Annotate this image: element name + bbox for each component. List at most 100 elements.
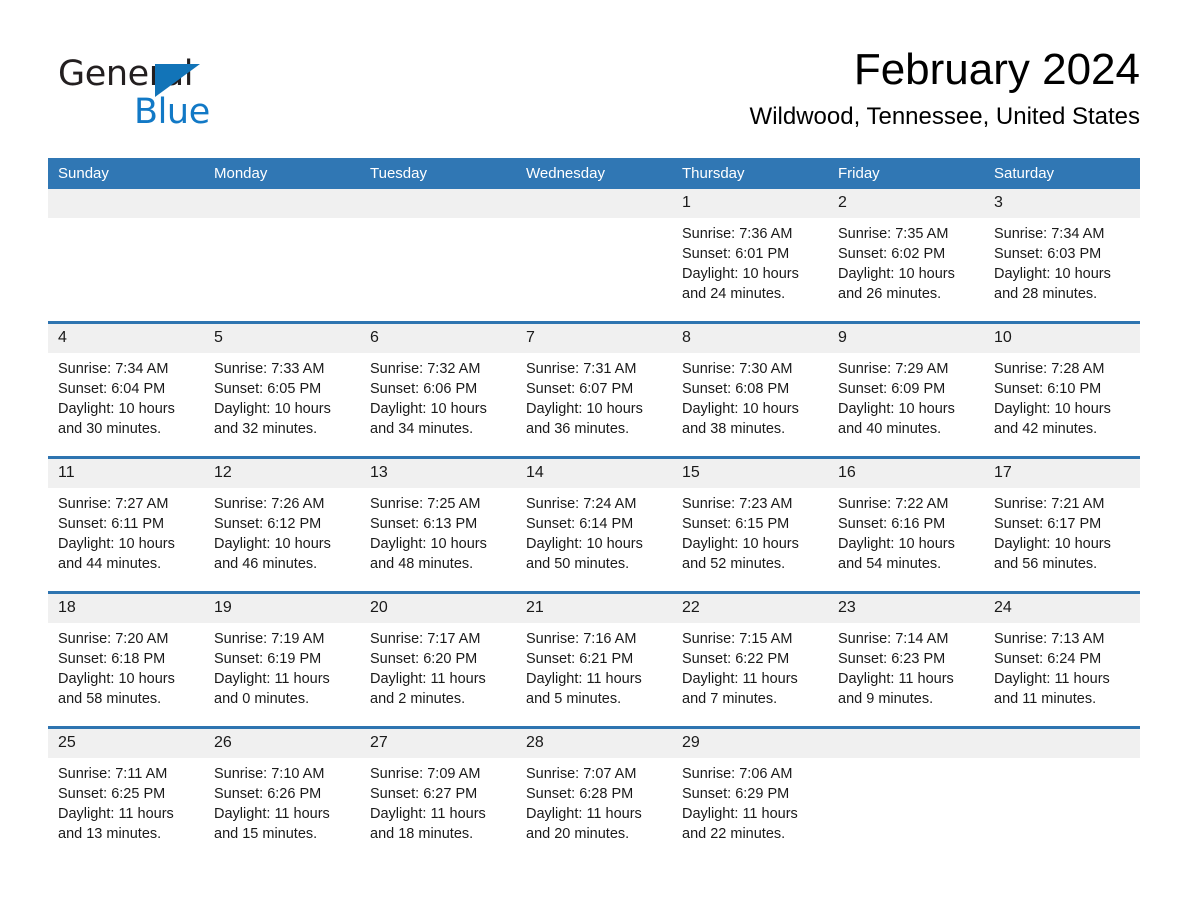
calendar-page: General Blue February 2024 Wildwood, Ten… [0,0,1188,918]
calendar-day[interactable]: 1 Sunrise: 7:36 AM Sunset: 6:01 PM Daylight… [672,189,828,321]
daylight-duration-line2: and 5 minutes. [526,691,622,707]
day-details: Sunrise: 7:33 AM Sunset: 6:05 PM Daylight:… [204,353,360,439]
day-number: 15 [672,459,828,488]
calendar-day[interactable]: 27 Sunrise: 7:09 AM Sunset: 6:27 PM Dayligh… [360,729,516,861]
day-details: Sunrise: 7:26 AM Sunset: 6:12 PM Daylight:… [204,488,360,574]
calendar-day[interactable]: 20 Sunrise: 7:17 AM Sunset: 6:20 PM Dayligh… [360,594,516,726]
calendar-day[interactable]: 21 Sunrise: 7:16 AM Sunset: 6:21 PM Dayligh… [516,594,672,726]
calendar-day[interactable]: 26 Sunrise: 7:10 AM Sunset: 6:26 PM Dayligh… [204,729,360,861]
calendar-day[interactable]: 25 Sunrise: 7:11 AM Sunset: 6:25 PM Dayligh… [48,729,204,861]
calendar-day[interactable]: 14 Sunrise: 7:24 AM Sunset: 6:14 PM Dayligh… [516,459,672,591]
day-details: Sunrise: 7:06 AM Sunset: 6:29 PM Daylight:… [672,758,828,844]
calendar-day[interactable]: 9 Sunrise: 7:29 AM Sunset: 6:09 PM Daylight… [828,324,984,456]
sunset-time: Sunset: 6:18 PM [58,651,166,667]
daylight-duration-line1: Daylight: 10 hours [838,536,955,552]
sunset-time: Sunset: 6:23 PM [838,651,946,667]
calendar-day-cell: 29 Sunrise: 7:06 AM Sunset: 6:29 PM Dayligh… [672,726,828,861]
sunrise-time: Sunrise: 7:07 AM [526,766,637,782]
calendar-body: 1 Sunrise: 7:36 AM Sunset: 6:01 PM Daylight… [48,189,1140,861]
calendar-week-row: 1 Sunrise: 7:36 AM Sunset: 6:01 PM Daylight… [48,189,1140,323]
day-details: Sunrise: 7:32 AM Sunset: 6:06 PM Daylight:… [360,353,516,439]
calendar-day[interactable]: 4 Sunrise: 7:34 AM Sunset: 6:04 PM Daylight… [48,324,204,456]
calendar-day-cell: 28 Sunrise: 7:07 AM Sunset: 6:28 PM Dayligh… [516,726,672,861]
sunrise-time: Sunrise: 7:29 AM [838,361,949,377]
day-number [984,729,1140,758]
daylight-duration-line1: Daylight: 11 hours [994,671,1110,687]
day-details: Sunrise: 7:35 AM Sunset: 6:02 PM Daylight:… [828,218,984,304]
sunset-time: Sunset: 6:05 PM [214,381,322,397]
sunset-time: Sunset: 6:07 PM [526,381,634,397]
sunset-time: Sunset: 6:14 PM [526,516,634,532]
daylight-duration-line1: Daylight: 10 hours [214,536,331,552]
sunset-time: Sunset: 6:02 PM [838,246,946,262]
calendar-day[interactable]: 8 Sunrise: 7:30 AM Sunset: 6:08 PM Daylight… [672,324,828,456]
sunrise-time: Sunrise: 7:25 AM [370,496,481,512]
sunset-time: Sunset: 6:09 PM [838,381,946,397]
day-number: 27 [360,729,516,758]
sunset-time: Sunset: 6:17 PM [994,516,1102,532]
daylight-duration-line2: and 28 minutes. [994,286,1098,302]
daylight-duration-line2: and 32 minutes. [214,421,318,437]
calendar-day-cell: 27 Sunrise: 7:09 AM Sunset: 6:27 PM Dayligh… [360,726,516,861]
calendar-day[interactable]: 28 Sunrise: 7:07 AM Sunset: 6:28 PM Dayligh… [516,729,672,861]
calendar-day[interactable]: 6 Sunrise: 7:32 AM Sunset: 6:06 PM Daylight… [360,324,516,456]
day-number: 3 [984,189,1140,218]
daylight-duration-line1: Daylight: 10 hours [994,266,1111,282]
daylight-duration-line1: Daylight: 11 hours [214,806,330,822]
calendar-day[interactable]: 12 Sunrise: 7:26 AM Sunset: 6:12 PM Dayligh… [204,459,360,591]
day-details: Sunrise: 7:16 AM Sunset: 6:21 PM Daylight:… [516,623,672,709]
day-number: 20 [360,594,516,623]
day-number: 28 [516,729,672,758]
sunset-time: Sunset: 6:01 PM [682,246,790,262]
daylight-duration-line1: Daylight: 10 hours [682,401,799,417]
daylight-duration-line1: Daylight: 10 hours [526,401,643,417]
calendar-day[interactable]: 11 Sunrise: 7:27 AM Sunset: 6:11 PM Dayligh… [48,459,204,591]
sunset-time: Sunset: 6:13 PM [370,516,478,532]
day-number: 2 [828,189,984,218]
daylight-duration-line1: Daylight: 10 hours [58,536,175,552]
calendar-day[interactable]: 29 Sunrise: 7:06 AM Sunset: 6:29 PM Dayligh… [672,729,828,861]
weekday-header-monday: Monday [204,158,360,189]
weekday-header-row: Sunday Monday Tuesday Wednesday Thursday… [48,158,1140,189]
daylight-duration-line2: and 24 minutes. [682,286,786,302]
sunset-time: Sunset: 6:15 PM [682,516,790,532]
calendar-week-row: 4 Sunrise: 7:34 AM Sunset: 6:04 PM Daylight… [48,321,1140,458]
calendar-day[interactable]: 10 Sunrise: 7:28 AM Sunset: 6:10 PM Dayligh… [984,324,1140,456]
calendar-day[interactable]: 13 Sunrise: 7:25 AM Sunset: 6:13 PM Dayligh… [360,459,516,591]
sunrise-time: Sunrise: 7:20 AM [58,631,169,647]
daylight-duration-line2: and 18 minutes. [370,826,474,842]
generalblue-logo[interactable]: General Blue [58,54,258,132]
sunset-time: Sunset: 6:08 PM [682,381,790,397]
sunset-time: Sunset: 6:21 PM [526,651,634,667]
calendar-day-cell [204,189,360,323]
calendar-day[interactable]: 24 Sunrise: 7:13 AM Sunset: 6:24 PM Dayligh… [984,594,1140,726]
calendar-day[interactable]: 23 Sunrise: 7:14 AM Sunset: 6:23 PM Dayligh… [828,594,984,726]
sunset-time: Sunset: 6:04 PM [58,381,166,397]
daylight-duration-line2: and 58 minutes. [58,691,162,707]
day-details: Sunrise: 7:28 AM Sunset: 6:10 PM Daylight:… [984,353,1140,439]
calendar-day[interactable]: 15 Sunrise: 7:23 AM Sunset: 6:15 PM Dayligh… [672,459,828,591]
day-number [360,189,516,218]
day-number: 25 [48,729,204,758]
day-number: 17 [984,459,1140,488]
calendar-day[interactable]: 7 Sunrise: 7:31 AM Sunset: 6:07 PM Daylight… [516,324,672,456]
sunrise-time: Sunrise: 7:32 AM [370,361,481,377]
daylight-duration-line2: and 50 minutes. [526,556,630,572]
sunrise-time: Sunrise: 7:15 AM [682,631,793,647]
day-number: 4 [48,324,204,353]
calendar-day[interactable]: 3 Sunrise: 7:34 AM Sunset: 6:03 PM Daylight… [984,189,1140,321]
calendar-day[interactable]: 16 Sunrise: 7:22 AM Sunset: 6:16 PM Dayligh… [828,459,984,591]
calendar-day[interactable]: 17 Sunrise: 7:21 AM Sunset: 6:17 PM Dayligh… [984,459,1140,591]
calendar-day-cell: 10 Sunrise: 7:28 AM Sunset: 6:10 PM Dayligh… [984,321,1140,458]
daylight-duration-line2: and 9 minutes. [838,691,934,707]
day-details: Sunrise: 7:11 AM Sunset: 6:25 PM Daylight:… [48,758,204,844]
calendar-day[interactable]: 2 Sunrise: 7:35 AM Sunset: 6:02 PM Daylight… [828,189,984,321]
sunset-time: Sunset: 6:29 PM [682,786,790,802]
day-details: Sunrise: 7:34 AM Sunset: 6:03 PM Daylight:… [984,218,1140,304]
calendar-day[interactable]: 5 Sunrise: 7:33 AM Sunset: 6:05 PM Daylight… [204,324,360,456]
calendar-day[interactable]: 22 Sunrise: 7:15 AM Sunset: 6:22 PM Dayligh… [672,594,828,726]
daylight-duration-line2: and 2 minutes. [370,691,466,707]
calendar-day-cell: 17 Sunrise: 7:21 AM Sunset: 6:17 PM Dayligh… [984,456,1140,593]
calendar-day[interactable]: 18 Sunrise: 7:20 AM Sunset: 6:18 PM Dayligh… [48,594,204,726]
calendar-day[interactable]: 19 Sunrise: 7:19 AM Sunset: 6:19 PM Dayligh… [204,594,360,726]
